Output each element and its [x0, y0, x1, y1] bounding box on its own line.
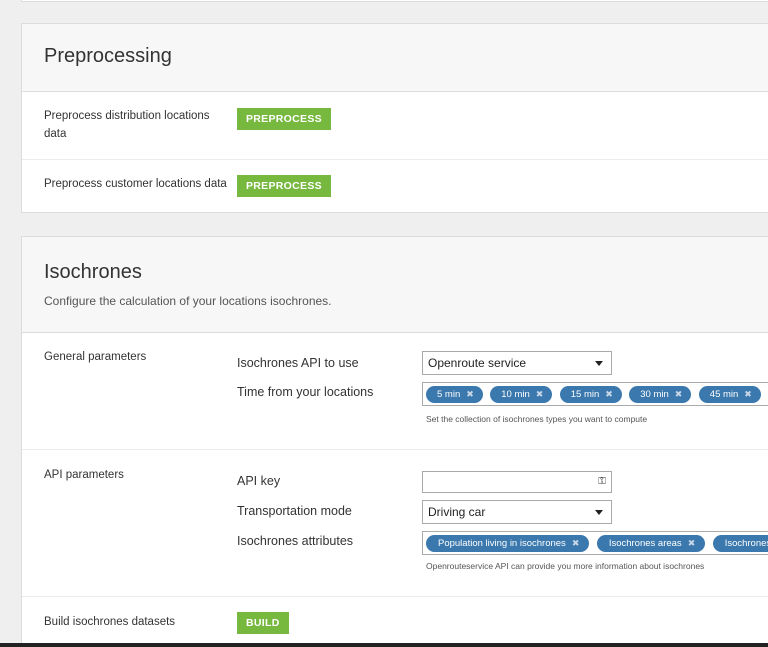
preprocess-distribution-label: Preprocess distribution locations data: [44, 110, 210, 140]
isochrones-description: Configure the calculation of your locati…: [44, 294, 332, 308]
isochrones-api-label: Isochrones API to use: [237, 356, 359, 370]
general-parameters-row: General parameters Isochrones API to use…: [22, 333, 768, 450]
time-help-text: Set the collection of isochrones types y…: [426, 414, 648, 424]
isochrones-header: Isochrones Configure the calculation of …: [22, 237, 768, 333]
key-icon: ⚿: [598, 476, 606, 487]
isochrones-api-select[interactable]: Openroute service: [422, 351, 612, 375]
api-key-input[interactable]: ⚿: [422, 471, 612, 493]
previous-card-edge: [21, 0, 768, 2]
tag-10-min[interactable]: 10 min ✖: [490, 386, 553, 403]
general-parameters-label: General parameters: [44, 351, 147, 363]
api-key-label: API key: [237, 474, 281, 488]
transportation-mode-select[interactable]: Driving car: [422, 500, 612, 524]
tag-isochrones-areas[interactable]: Isochrones areas ✖: [596, 535, 706, 552]
isochrones-title: Isochrones: [44, 261, 142, 283]
preprocessing-header: Preprocessing: [22, 24, 768, 92]
isochrones-api-value: Openroute service: [428, 356, 527, 370]
build-row: Build isochrones datasets BUILD: [22, 597, 768, 647]
api-parameters-label: API parameters: [44, 469, 124, 481]
isochrones-attributes-label: Isochrones attributes: [237, 534, 354, 548]
preprocess-customer-label: Preprocess customer locations data: [44, 178, 227, 190]
preprocessing-title: Preprocessing: [44, 45, 172, 67]
remove-tag-icon[interactable]: ✖: [572, 538, 580, 548]
time-from-locations-label: Time from your locations: [237, 385, 374, 399]
caret-down-icon: [595, 361, 603, 366]
tag-5-min[interactable]: 5 min ✖: [426, 386, 483, 403]
preprocess-distribution-button[interactable]: PREPROCESS: [237, 108, 331, 130]
transportation-mode-label: Transportation mode: [237, 504, 352, 518]
remove-tag-icon[interactable]: ✖: [744, 389, 752, 399]
tag-15-min[interactable]: 15 min ✖: [559, 386, 622, 403]
preprocessing-card: Preprocessing Preprocess distribution lo…: [21, 23, 768, 213]
preprocess-distribution-row: Preprocess distribution locations data P…: [22, 92, 768, 160]
preprocess-customer-row: Preprocess customer locations data PREPR…: [22, 160, 768, 212]
remove-tag-icon[interactable]: ✖: [675, 389, 683, 399]
attributes-help-text: Openrouteservice API can provide you mor…: [426, 561, 705, 571]
remove-tag-icon[interactable]: ✖: [466, 389, 474, 399]
remove-tag-icon[interactable]: ✖: [688, 538, 696, 548]
time-tags-input[interactable]: 5 min ✖ 10 min ✖ 15 min ✖ 30 min ✖ 45 min ✖: [422, 382, 768, 406]
remove-tag-icon[interactable]: ✖: [536, 389, 544, 399]
preprocess-customer-button[interactable]: PREPROCESS: [237, 175, 331, 197]
tag-45-min[interactable]: 45 min ✖: [698, 386, 761, 403]
bottom-edge: [0, 643, 768, 647]
tag-isochrones[interactable]: Isochrones: [712, 535, 768, 552]
build-label: Build isochrones datasets: [44, 616, 176, 628]
api-parameters-row: API parameters API key ⚿ Transportation …: [22, 450, 768, 597]
tag-30-min[interactable]: 30 min ✖: [629, 386, 692, 403]
tag-population[interactable]: Population living in isochrones ✖: [426, 535, 590, 552]
remove-tag-icon[interactable]: ✖: [605, 389, 613, 399]
attributes-tags-input[interactable]: Population living in isochrones ✖ Isochro…: [422, 531, 768, 555]
build-button[interactable]: BUILD: [237, 612, 289, 634]
transportation-mode-value: Driving car: [428, 505, 486, 519]
isochrones-card: Isochrones Configure the calculation of …: [21, 236, 768, 647]
caret-down-icon: [595, 510, 603, 515]
